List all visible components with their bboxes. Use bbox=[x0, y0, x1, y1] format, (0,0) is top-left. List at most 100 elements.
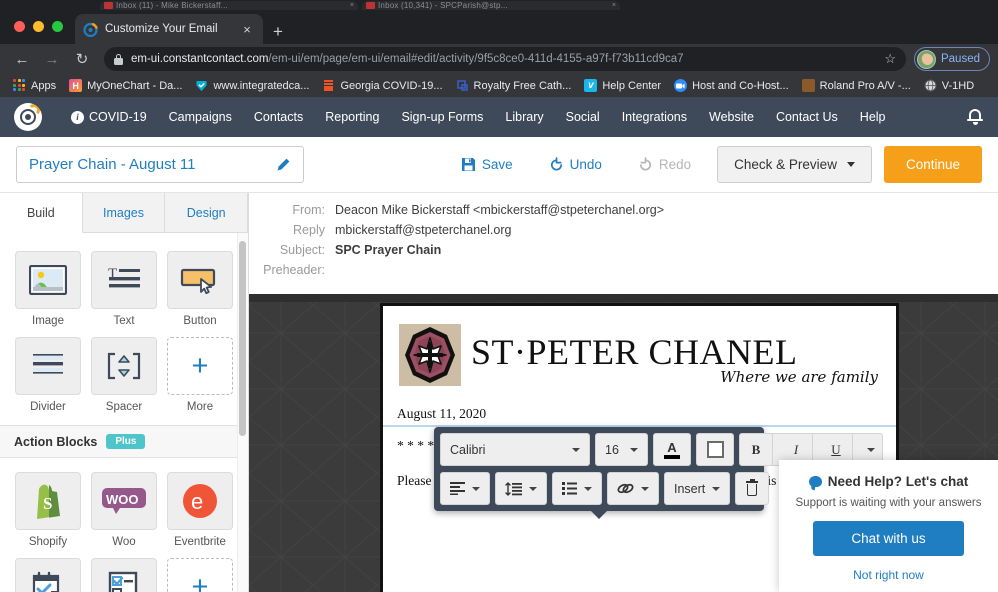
block-button[interactable]: Button bbox=[162, 247, 238, 333]
tab-design[interactable]: Design bbox=[165, 193, 248, 232]
minimize-window-button[interactable] bbox=[33, 21, 44, 32]
sidebar-body: Image T Text Button Divider Spacer + Mor… bbox=[0, 233, 248, 592]
nav-item-covid19[interactable]: i COVID-19 bbox=[60, 97, 158, 137]
link-button[interactable] bbox=[607, 472, 659, 505]
text-align-button[interactable] bbox=[440, 472, 490, 505]
tab-build[interactable]: Build bbox=[0, 193, 83, 233]
background-tab[interactable]: Inbox (11) - Mike Bickerstaff... × bbox=[100, 1, 358, 10]
block-spacer[interactable]: Spacer bbox=[86, 333, 162, 419]
font-size-select[interactable]: 16 bbox=[595, 433, 648, 466]
background-tab[interactable]: Inbox (10,341) - SPCParish@stp... × bbox=[362, 1, 620, 10]
block-action-more[interactable]: + bbox=[162, 554, 238, 592]
active-tab[interactable]: Customize Your Email × bbox=[75, 14, 263, 44]
close-icon[interactable]: × bbox=[350, 2, 354, 9]
undo-button[interactable]: Undo bbox=[531, 147, 620, 183]
close-icon[interactable]: × bbox=[239, 23, 255, 36]
from-row[interactable]: From: Deacon Mike Bickerstaff <mbickerst… bbox=[249, 203, 998, 217]
save-button[interactable]: Save bbox=[443, 147, 531, 183]
bookmark-item[interactable]: www.integratedca... bbox=[190, 77, 314, 94]
block-woo[interactable]: WOO Woo bbox=[86, 468, 162, 554]
nav-item-social[interactable]: Social bbox=[555, 97, 611, 137]
subject-row[interactable]: Subject: SPC Prayer Chain bbox=[249, 243, 998, 257]
toolbar-pointer bbox=[590, 510, 608, 519]
maximize-window-button[interactable] bbox=[52, 21, 63, 32]
font-family-select[interactable]: Calibri bbox=[440, 433, 590, 466]
app-navbar: i COVID-19 Campaigns Contacts Reporting … bbox=[0, 97, 998, 137]
close-window-button[interactable] bbox=[14, 21, 25, 32]
address-bar[interactable]: em-ui.constantcontact.com/em-ui/em/page/… bbox=[104, 47, 906, 71]
st-peter-chanel-seal-icon bbox=[399, 324, 461, 386]
reply-row[interactable]: Reply mbickerstaff@stpeterchanel.org bbox=[249, 223, 998, 237]
bookmark-item[interactable]: Royalty Free Cath... bbox=[451, 77, 577, 94]
nav-item-reporting[interactable]: Reporting bbox=[314, 97, 390, 137]
block-label: Woo bbox=[112, 536, 136, 548]
back-button[interactable]: ← bbox=[8, 46, 36, 72]
bookmark-item[interactable]: Roland Pro A/V -... bbox=[797, 77, 916, 94]
bookmark-item[interactable]: Host and Co-Host... bbox=[669, 77, 794, 94]
block-shopify[interactable]: S Shopify bbox=[10, 468, 86, 554]
plus-badge: Plus bbox=[106, 434, 146, 449]
bookmark-apps[interactable]: Apps bbox=[8, 77, 61, 94]
profile-button[interactable]: Paused bbox=[913, 47, 990, 71]
nav-item-campaigns[interactable]: Campaigns bbox=[158, 97, 243, 137]
section-title: Action Blocks bbox=[14, 434, 98, 449]
pencil-icon[interactable] bbox=[275, 157, 291, 173]
block-event[interactable] bbox=[10, 554, 86, 592]
preheader-row[interactable]: Preheader: bbox=[249, 263, 998, 277]
delete-block-button[interactable] bbox=[735, 472, 770, 505]
block-eventbrite[interactable]: e Eventbrite bbox=[162, 468, 238, 554]
bookmark-item[interactable]: Georgia COVID-19... bbox=[317, 77, 447, 94]
block-more[interactable]: + More bbox=[162, 333, 238, 419]
list-button[interactable] bbox=[552, 472, 602, 505]
campaign-title-field[interactable]: Prayer Chain - August 11 bbox=[16, 146, 304, 183]
close-icon[interactable]: × bbox=[612, 2, 616, 9]
omnibar: ← → ↻ em-ui.constantcontact.com/em-ui/em… bbox=[0, 44, 998, 74]
block-text[interactable]: T Text bbox=[86, 247, 162, 333]
bookmark-item[interactable]: V-1HD bbox=[919, 77, 979, 94]
nav-item-label: Reporting bbox=[325, 110, 380, 124]
globe-icon bbox=[924, 79, 937, 92]
new-tab-button[interactable]: + bbox=[273, 23, 283, 40]
shopify-icon: S bbox=[15, 472, 81, 530]
line-spacing-button[interactable] bbox=[495, 472, 547, 505]
continue-button[interactable]: Continue bbox=[883, 146, 982, 183]
reload-button[interactable]: ↻ bbox=[68, 46, 96, 72]
nav-item-integrations[interactable]: Integrations bbox=[611, 97, 698, 137]
tab-images[interactable]: Images bbox=[82, 193, 166, 232]
nav-item-signup-forms[interactable]: Sign-up Forms bbox=[390, 97, 494, 137]
sidebar-scrollbar-thumb[interactable] bbox=[239, 241, 246, 436]
highlight-color-icon bbox=[706, 441, 724, 458]
not-right-now-link[interactable]: Not right now bbox=[791, 568, 986, 582]
block-survey[interactable] bbox=[86, 554, 162, 592]
insert-label: Insert bbox=[674, 481, 706, 496]
forward-button[interactable]: → bbox=[38, 46, 66, 72]
trash-icon bbox=[745, 479, 759, 496]
chat-with-us-button[interactable]: Chat with us bbox=[813, 521, 964, 556]
check-and-preview-button[interactable]: Check & Preview bbox=[717, 146, 872, 183]
notification-bell-icon[interactable] bbox=[966, 108, 984, 126]
highlight-color-button[interactable] bbox=[696, 433, 734, 466]
constant-contact-logo[interactable] bbox=[14, 103, 42, 131]
nav-item-help[interactable]: Help bbox=[849, 97, 897, 137]
insert-button[interactable]: Insert bbox=[664, 472, 731, 505]
sidebar-scrollbar-track[interactable] bbox=[237, 233, 248, 592]
bookmark-item[interactable]: v Help Center bbox=[579, 77, 666, 94]
nav-item-library[interactable]: Library bbox=[494, 97, 554, 137]
block-divider[interactable]: Divider bbox=[10, 333, 86, 419]
undo-arrow-icon bbox=[549, 157, 564, 172]
nav-item-contact-us[interactable]: Contact Us bbox=[765, 97, 849, 137]
text-color-button[interactable]: A bbox=[653, 433, 691, 466]
bookmark-star-icon[interactable]: ☆ bbox=[884, 51, 896, 67]
email-logo-block[interactable]: ST·PETER CHANEL Where we are family bbox=[383, 306, 896, 392]
block-label: Divider bbox=[30, 401, 66, 413]
url-text: em-ui.constantcontact.com/em-ui/em/page/… bbox=[131, 53, 684, 65]
chat-bubble-icon bbox=[808, 476, 822, 487]
bold-button[interactable]: B bbox=[740, 434, 773, 465]
bookmark-label: Apps bbox=[31, 79, 57, 92]
nav-item-website[interactable]: Website bbox=[698, 97, 765, 137]
nav-item-label: Social bbox=[565, 110, 600, 124]
chat-title: Need Help? Let's chat bbox=[791, 474, 986, 489]
bookmark-item[interactable]: H MyOneChart - Da... bbox=[64, 77, 187, 94]
nav-item-contacts[interactable]: Contacts bbox=[243, 97, 314, 137]
block-image[interactable]: Image bbox=[10, 247, 86, 333]
